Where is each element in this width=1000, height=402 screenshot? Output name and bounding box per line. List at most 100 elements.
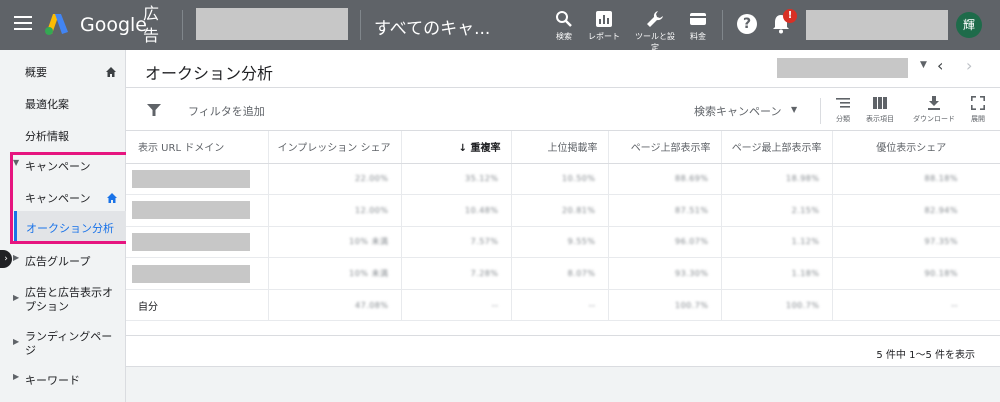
auction-insights-card: フィルタを追加 検索キャンペーン ▼ 分類 表示項目 ダウンロード 展開 表示 … xyxy=(126,88,1000,366)
segment-icon xyxy=(836,98,850,108)
sidebar-item-ad-groups[interactable]: ▶ 広告グループ xyxy=(0,253,126,269)
column-header[interactable]: ページ上部表示率 xyxy=(608,131,722,164)
table-cell: 93.30% xyxy=(608,257,722,290)
sidebar-item-recommendations[interactable]: 最適化案 xyxy=(0,96,126,112)
table-row: 10% 未満 7.57% 9.55% 96.07% 1.12% 97.35% xyxy=(126,226,1000,259)
report-tool-button[interactable]: レポート xyxy=(582,10,626,42)
table-cell: 22.00% xyxy=(268,163,402,196)
domain-cell-redacted xyxy=(126,194,269,227)
campaign-scope-title[interactable]: すべてのキャ... xyxy=(374,14,490,39)
sidebar-item-label: キーワード xyxy=(25,374,80,387)
tools-settings-button[interactable]: ツールと設定 xyxy=(633,10,677,53)
sidebar-item-label: ランディングページ xyxy=(25,330,113,357)
columns-label: 表示項目 xyxy=(866,115,894,123)
hamburger-menu-icon[interactable] xyxy=(14,16,32,32)
table-cell: -- xyxy=(511,289,609,322)
main-content: オークション分析 ▼ ‹ › フィルタを追加 検索キャンペーン ▼ 分類 表示項… xyxy=(126,50,1000,402)
table-cell: 96.07% xyxy=(608,226,722,259)
sidebar-item-overview[interactable]: 概要 xyxy=(0,64,126,80)
campaign-type-selector[interactable]: 検索キャンペーン xyxy=(694,103,781,119)
account-selector-redacted[interactable] xyxy=(196,8,348,40)
table-cell: 18.98% xyxy=(721,163,833,196)
pagination-summary: 5 件中 1～5 件を表示 xyxy=(876,350,975,361)
column-header[interactable]: 優位表示シェア xyxy=(832,131,1000,164)
next-period-icon[interactable]: › xyxy=(966,56,972,75)
divider xyxy=(360,10,361,40)
dropdown-arrow-icon[interactable]: ▼ xyxy=(791,105,797,114)
sidebar-item-label: 広告と広告表示オプション xyxy=(25,286,113,313)
table-cell: 88.18% xyxy=(832,163,1000,196)
table-cell: 90.18% xyxy=(832,257,1000,290)
sidebar-item-label: 広告グループ xyxy=(25,255,91,268)
date-range-redacted[interactable] xyxy=(777,58,908,78)
download-button[interactable]: ダウンロード xyxy=(909,96,959,124)
columns-icon xyxy=(873,97,887,109)
column-header[interactable]: ページ最上部表示率 xyxy=(721,131,833,164)
redacted-domain xyxy=(132,264,250,283)
expand-label: 展開 xyxy=(971,115,985,123)
table-cell: 100.7% xyxy=(721,289,833,322)
logo-text: Google xyxy=(80,14,148,36)
column-header-sorted[interactable]: ↓ 重複率 xyxy=(401,131,512,164)
user-avatar[interactable]: 輝 xyxy=(956,12,982,38)
domain-cell-self: 自分 xyxy=(126,289,269,322)
table-cell: 97.35% xyxy=(832,226,1000,259)
table-cell: -- xyxy=(401,289,512,322)
domain-cell-redacted xyxy=(126,163,269,196)
sidebar-item-insights[interactable]: 分析情報 xyxy=(0,128,126,144)
redacted-domain xyxy=(132,169,250,188)
table-cell: 87.51% xyxy=(608,194,722,227)
account-info-redacted[interactable] xyxy=(806,10,948,40)
table-cell: 10% 未満 xyxy=(268,257,402,290)
table-cell: 100.7% xyxy=(608,289,722,322)
divider xyxy=(126,366,1000,367)
table-cell: 12.00% xyxy=(268,194,402,227)
segment-label: 分類 xyxy=(836,115,850,123)
filter-icon[interactable] xyxy=(147,103,161,117)
table-row: 22.00% 35.12% 10.50% 88.69% 18.98% 88.18… xyxy=(126,163,1000,196)
column-header[interactable]: 表示 URL ドメイン xyxy=(126,131,269,164)
download-label: ダウンロード xyxy=(913,115,955,123)
table-cell: 20.81% xyxy=(511,194,609,227)
table-cell: 2.15% xyxy=(721,194,833,227)
caret-right-icon: ▶ xyxy=(13,293,20,302)
table-cell: 88.69% xyxy=(608,163,722,196)
columns-button[interactable]: 表示項目 xyxy=(857,96,903,124)
table-header-row: 表示 URL ドメイン インプレッション シェア ↓ 重複率 上位掲載率 ページ… xyxy=(126,131,1000,164)
table-cell: 9.55% xyxy=(511,226,609,259)
add-filter-button[interactable]: フィルタを追加 xyxy=(188,103,265,119)
help-icon[interactable]: ? xyxy=(737,14,757,34)
search-tool-button[interactable]: 検索 xyxy=(542,10,586,42)
download-icon xyxy=(928,96,940,110)
column-header[interactable]: 上位掲載率 xyxy=(511,131,609,164)
table-cell: 10.48% xyxy=(401,194,512,227)
table-cell: -- xyxy=(832,289,1000,322)
sort-arrow-icon: ↓ xyxy=(458,143,468,155)
sidebar-item-ads-extensions[interactable]: ▶ 広告と広告表示オプション xyxy=(0,286,126,316)
page-header: オークション分析 ▼ ‹ › xyxy=(126,50,1000,88)
sidebar-item-keywords[interactable]: ▶ キーワード xyxy=(0,372,126,388)
credit-card-icon xyxy=(690,13,706,25)
column-header[interactable]: インプレッション シェア xyxy=(268,131,402,164)
logo-ads-text: 広告 xyxy=(143,4,160,45)
dropdown-arrow-icon[interactable]: ▼ xyxy=(920,60,927,70)
table-cell: 7.28% xyxy=(401,257,512,290)
prev-period-icon[interactable]: ‹ xyxy=(937,56,943,75)
table-cell: 10.50% xyxy=(511,163,609,196)
table-row: 自分 47.08% -- -- 100.7% 100.7% -- xyxy=(126,289,1000,322)
top-app-bar: Google 広告 すべてのキャ... 検索 レポート ツールと設定 料金 ? … xyxy=(0,0,1000,53)
sidebar-item-label: 最適化案 xyxy=(25,98,69,111)
search-tool-label: 検索 xyxy=(556,32,572,41)
filter-toolbar: フィルタを追加 検索キャンペーン ▼ 分類 表示項目 ダウンロード 展開 xyxy=(126,88,1000,131)
redacted-domain xyxy=(132,232,250,251)
caret-right-icon: ▶ xyxy=(13,253,20,262)
home-icon xyxy=(106,67,116,77)
search-icon xyxy=(556,11,572,27)
sidebar-item-landing-pages[interactable]: ▶ ランディングページ xyxy=(0,330,126,360)
notification-badge: ! xyxy=(783,9,797,23)
table-cell: 8.07% xyxy=(511,257,609,290)
sidebar-item-label: 概要 xyxy=(25,66,47,79)
domain-cell-redacted xyxy=(126,257,269,290)
billing-tool-button[interactable]: 料金 xyxy=(676,10,720,42)
expand-button[interactable]: 展開 xyxy=(958,96,998,124)
